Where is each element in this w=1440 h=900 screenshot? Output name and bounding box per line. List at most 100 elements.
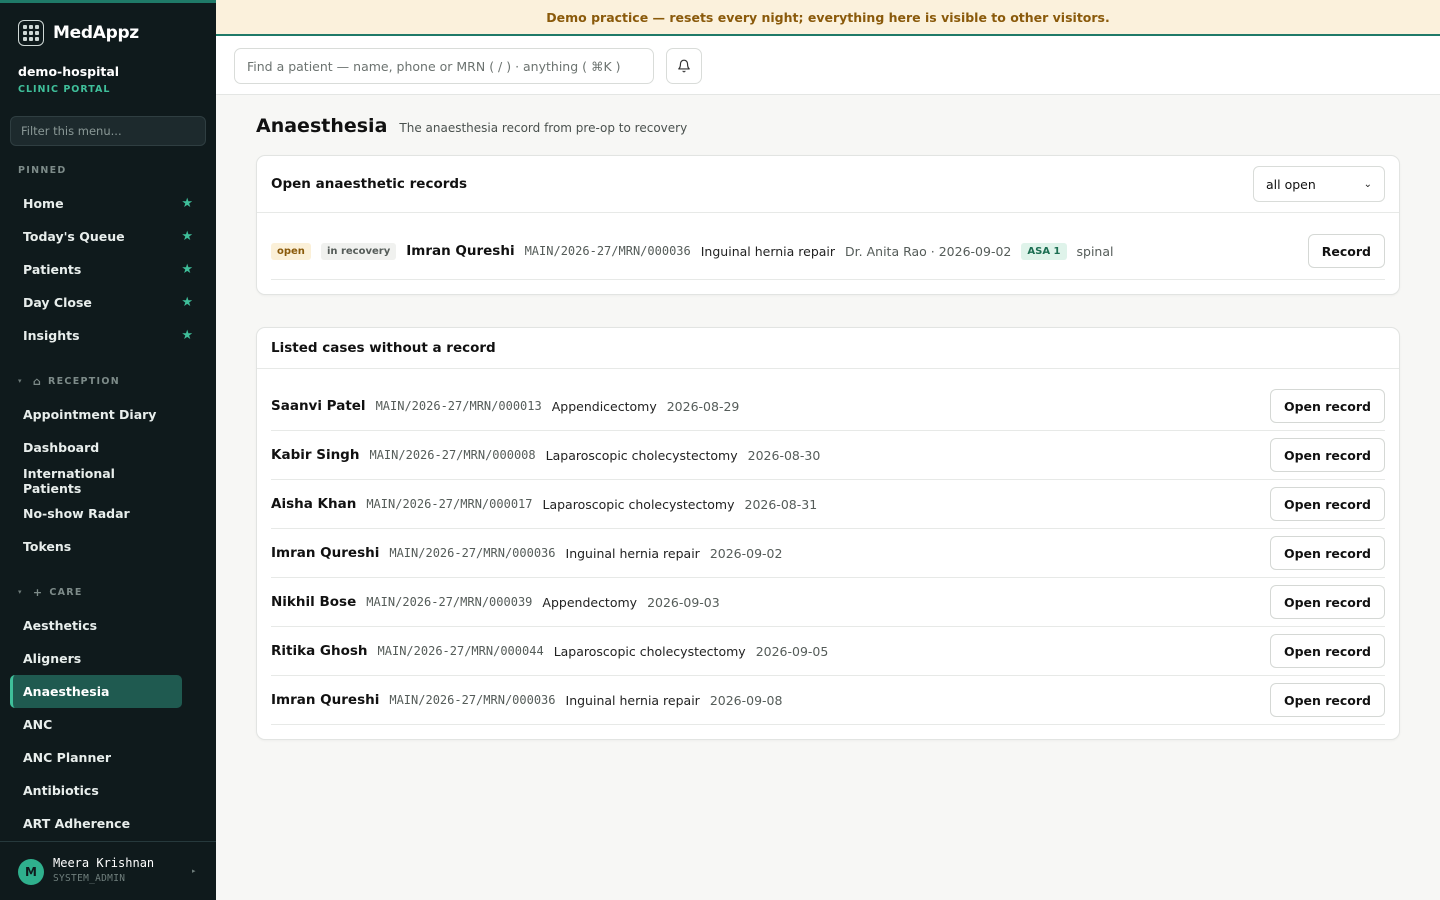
sidebar-item-label: Tokens bbox=[23, 539, 72, 554]
section-title-reception[interactable]: ▾ ⌂ RECEPTION bbox=[0, 364, 216, 398]
menu-filter-input[interactable] bbox=[10, 116, 206, 146]
sidebar-item-tokens[interactable]: Tokens bbox=[10, 530, 182, 563]
procedure-name: Appendicectomy bbox=[551, 398, 657, 414]
open-record-button[interactable]: Open record bbox=[1269, 438, 1385, 472]
star-icon[interactable]: ★ bbox=[181, 295, 193, 310]
procedure-name: Laparoscopic cholecystectomy bbox=[545, 447, 738, 463]
patient-mrn: MAIN/2026-27/MRN/000008 bbox=[369, 448, 536, 462]
sidebar-item-anc-planner[interactable]: ANC Planner bbox=[10, 741, 182, 774]
app-name: MedAppz bbox=[53, 23, 139, 43]
open-record-button[interactable]: Open record bbox=[1269, 683, 1385, 717]
sidebar-item-no-show-radar[interactable]: No-show Radar bbox=[10, 497, 182, 530]
sidebar-item-label: Insights bbox=[23, 328, 80, 343]
procedure-name: Inguinal hernia repair bbox=[700, 243, 836, 259]
notifications-button[interactable] bbox=[666, 48, 702, 84]
patient-mrn: MAIN/2026-27/MRN/000044 bbox=[377, 644, 544, 658]
sidebar-item-home[interactable]: Home ★ bbox=[10, 187, 206, 220]
user-menu[interactable]: M Meera Krishnan SYSTEM_ADMIN ▸ bbox=[0, 841, 216, 900]
sidebar-item-label: ANC Planner bbox=[23, 750, 111, 765]
sidebar: MedAppz demo-hospital CLINIC PORTAL PINN… bbox=[0, 0, 216, 900]
table-row: Imran Qureshi MAIN/2026-27/MRN/000036 Ingu… bbox=[271, 529, 1385, 578]
table-row: Kabir Singh MAIN/2026-27/MRN/000008 Laparo… bbox=[271, 431, 1385, 480]
open-records-card: Open anaesthetic records all open ⌄ open… bbox=[256, 155, 1400, 295]
star-icon[interactable]: ★ bbox=[181, 196, 193, 211]
bell-icon bbox=[678, 59, 690, 73]
page-title: Anaesthesia bbox=[256, 115, 388, 137]
sidebar-item-label: Patients bbox=[23, 262, 82, 277]
sidebar-item-dashboard[interactable]: Dashboard bbox=[10, 431, 182, 464]
card-title: Open anaesthetic records bbox=[271, 176, 468, 192]
section-title-care[interactable]: ▾ + CARE bbox=[0, 575, 216, 609]
sidebar-item-antibiotics[interactable]: Antibiotics bbox=[10, 774, 182, 807]
patient-name: Saanvi Patel bbox=[271, 398, 366, 414]
procedure-name: Laparoscopic cholecystectomy bbox=[553, 643, 746, 659]
patient-mrn: MAIN/2026-27/MRN/000036 bbox=[389, 546, 556, 560]
case-date: 2026-09-08 bbox=[709, 692, 783, 708]
anaesthesia-technique: spinal bbox=[1076, 243, 1114, 259]
cases-without-record-card: Listed cases without a record Saanvi Pat… bbox=[256, 327, 1400, 740]
stage-badge: in recovery bbox=[320, 242, 397, 260]
star-icon[interactable]: ★ bbox=[181, 328, 193, 343]
page-subtitle: The anaesthesia record from pre-op to re… bbox=[399, 121, 688, 135]
sidebar-item-anaesthesia[interactable]: Anaesthesia bbox=[10, 675, 182, 708]
record-button[interactable]: Record bbox=[1307, 234, 1385, 268]
procedure-name: Appendectomy bbox=[542, 594, 638, 610]
card-header: Listed cases without a record bbox=[257, 328, 1399, 369]
open-record-button[interactable]: Open record bbox=[1269, 634, 1385, 668]
portal-label: CLINIC PORTAL bbox=[18, 84, 111, 95]
sidebar-item-today-s-queue[interactable]: Today's Queue ★ bbox=[10, 220, 206, 253]
patient-name: Aisha Khan bbox=[271, 496, 357, 512]
star-icon[interactable]: ★ bbox=[181, 262, 193, 277]
brand[interactable]: MedAppz bbox=[18, 20, 139, 46]
app-logo-icon bbox=[18, 20, 44, 46]
collapse-caret-icon: ▾ bbox=[18, 377, 23, 385]
record-status-select[interactable]: all open ⌄ bbox=[1253, 166, 1385, 202]
sidebar-item-label: Day Close bbox=[23, 295, 92, 310]
case-date: 2026-08-29 bbox=[666, 398, 740, 414]
user-name: Meera Krishnan bbox=[53, 856, 155, 870]
patient-name: Imran Qureshi bbox=[271, 692, 380, 708]
patient-mrn: MAIN/2026-27/MRN/000017 bbox=[366, 497, 533, 511]
patient-name: Ritika Ghosh bbox=[271, 643, 368, 659]
sidebar-item-label: No-show Radar bbox=[23, 506, 130, 521]
patient-search-input[interactable] bbox=[234, 48, 654, 84]
sidebar-item-art-adherence[interactable]: ART Adherence bbox=[10, 807, 182, 840]
sidebar-item-label: Aligners bbox=[23, 651, 82, 666]
sidebar-item-label: Antibiotics bbox=[23, 783, 99, 798]
table-row: Saanvi Patel MAIN/2026-27/MRN/000013 Appen… bbox=[271, 382, 1385, 431]
patient-name: Kabir Singh bbox=[271, 447, 360, 463]
case-date: 2026-08-30 bbox=[747, 447, 821, 463]
star-icon[interactable]: ★ bbox=[181, 229, 193, 244]
sidebar-item-international-patients[interactable]: International Patients bbox=[10, 464, 182, 497]
sidebar-item-label: Today's Queue bbox=[23, 229, 125, 244]
sidebar-item-label: International Patients bbox=[23, 465, 115, 496]
sidebar-item-aligners[interactable]: Aligners bbox=[10, 642, 182, 675]
procedure-name: Inguinal hernia repair bbox=[565, 545, 700, 561]
sidebar-item-aesthetics[interactable]: Aesthetics bbox=[10, 609, 182, 642]
avatar: M bbox=[18, 859, 44, 885]
open-record-button[interactable]: Open record bbox=[1269, 487, 1385, 521]
open-record-button[interactable]: Open record bbox=[1269, 389, 1385, 423]
sidebar-item-insights[interactable]: Insights ★ bbox=[10, 319, 206, 352]
card-header: Open anaesthetic records all open ⌄ bbox=[257, 156, 1399, 213]
sidebar-item-label: Aesthetics bbox=[23, 618, 98, 633]
home-icon: ⌂ bbox=[32, 374, 43, 388]
patient-mrn: MAIN/2026-27/MRN/000039 bbox=[366, 595, 533, 609]
patient-mrn: MAIN/2026-27/MRN/000036 bbox=[389, 693, 556, 707]
user-role: SYSTEM_ADMIN bbox=[53, 873, 126, 884]
patient-name: Imran Qureshi bbox=[271, 545, 380, 561]
sidebar-item-day-close[interactable]: Day Close ★ bbox=[10, 286, 206, 319]
page-header: Anaesthesia The anaesthesia record from … bbox=[256, 115, 687, 137]
case-date: 2026-09-03 bbox=[647, 594, 720, 610]
open-record-button[interactable]: Open record bbox=[1269, 585, 1385, 619]
sidebar-item-patients[interactable]: Patients ★ bbox=[10, 253, 206, 286]
sidebar-item-anc[interactable]: ANC bbox=[10, 708, 182, 741]
table-row: Ritika Ghosh MAIN/2026-27/MRN/000044 Lapar… bbox=[271, 627, 1385, 676]
table-row: Imran Qureshi MAIN/2026-27/MRN/000036 Ingu… bbox=[271, 676, 1385, 725]
sidebar-item-appointment-diary[interactable]: Appointment Diary bbox=[10, 398, 182, 431]
open-record-button[interactable]: Open record bbox=[1269, 536, 1385, 570]
chevron-down-icon: ⌄ bbox=[1363, 178, 1372, 190]
patient-name: Imran Qureshi bbox=[406, 243, 515, 259]
sidebar-nav[interactable]: PINNED Home ★ Today's Queue ★ Patients ★ Day C… bbox=[0, 153, 216, 841]
sidebar-item-label: Dashboard bbox=[23, 440, 100, 455]
